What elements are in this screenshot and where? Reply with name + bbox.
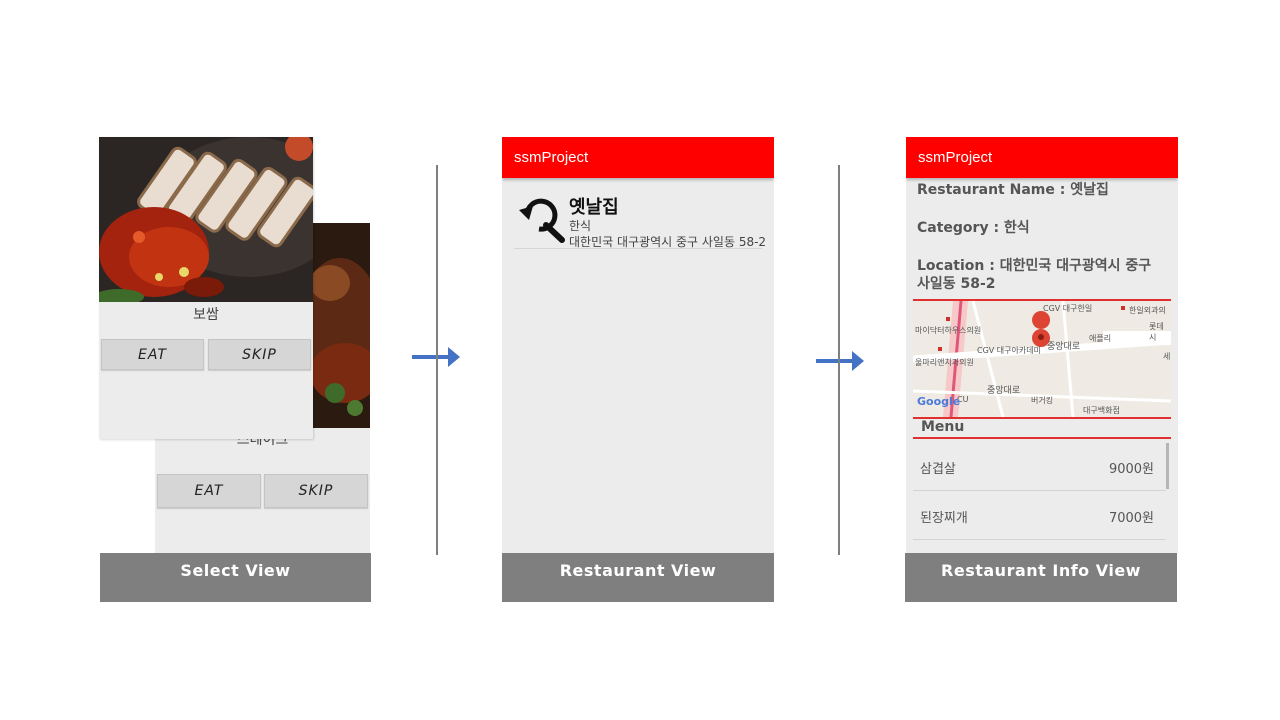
- map-label: 버거킹: [1031, 396, 1054, 405]
- app-title: ssmProject: [918, 149, 993, 166]
- search-refresh-icon: [519, 198, 565, 243]
- skip-button[interactable]: SKIP: [264, 474, 368, 508]
- arrow-right-icon: [816, 351, 864, 371]
- google-logo: Google: [917, 395, 961, 408]
- app-bar: ssmProject: [906, 137, 1178, 178]
- scrollbar[interactable]: [1166, 443, 1169, 489]
- divider: [436, 165, 438, 555]
- restaurant-name-line: Restaurant Name : 옛날집: [917, 182, 1109, 198]
- map-view[interactable]: CGV 대구한일 한일외과의 롯데시 마이닥터하우스의원 CGV 대구아카데미 …: [913, 299, 1171, 419]
- caption-restaurant-view: Restaurant View: [502, 553, 774, 602]
- food-name: 보쌈: [193, 307, 219, 323]
- restaurant-name: 옛날집: [569, 197, 619, 218]
- menu-row[interactable]: 된장찌개 7000원: [913, 491, 1166, 540]
- restaurant-list-item[interactable]: 옛날집 한식 대한민국 대구광역시 중구 사일동 58-2: [514, 187, 766, 249]
- app-bar: ssmProject: [502, 137, 774, 178]
- menu-row[interactable]: 삼겹살 9000원: [913, 442, 1166, 491]
- menu-item-price: 7000원: [1108, 511, 1154, 526]
- map-label: 대구백화점: [1083, 406, 1120, 415]
- map-label: CGV 대구아카데미: [977, 346, 1041, 355]
- map-label: 세: [1163, 352, 1171, 361]
- map-label: 한일외과의: [1129, 306, 1166, 315]
- menu-item-name: 된장찌개: [920, 511, 968, 526]
- map-label: 애플리: [1089, 334, 1112, 343]
- caption-select-view: Select View: [100, 553, 371, 602]
- eat-button[interactable]: EAT: [101, 339, 204, 370]
- eat-button[interactable]: EAT: [157, 474, 261, 508]
- map-label: 마이닥터하우스의원: [915, 326, 982, 335]
- skip-button[interactable]: SKIP: [208, 339, 311, 370]
- restaurant-category: 한식: [569, 219, 592, 233]
- restaurant-info-screen: ssmProject Restaurant Name : 옛날집 Categor…: [906, 137, 1178, 553]
- food-card-front[interactable]: 보쌈 EAT SKIP: [99, 137, 313, 439]
- map-label: 롯데시: [1149, 322, 1164, 342]
- restaurant-view-screen: ssmProject 옛날집 한식 대한민국 대구광역시 중구 사일동 58-2: [502, 137, 774, 553]
- map-label: 중앙대로: [987, 386, 1021, 396]
- divider: [838, 165, 840, 555]
- menu-divider: [913, 437, 1171, 439]
- app-title: ssmProject: [514, 149, 589, 166]
- map-label: 중앙대로: [1047, 342, 1081, 352]
- menu-title: Menu: [921, 419, 965, 435]
- location-line: Location : 대한민국 대구광역시 중구 사일동 58-2: [917, 258, 1152, 292]
- menu-item-price: 9000원: [1108, 462, 1154, 477]
- category-line: Category : 한식: [917, 220, 1030, 236]
- map-label: CGV 대구한일: [1043, 304, 1093, 313]
- menu-item-name: 삼겹살: [920, 462, 956, 477]
- caption-restaurant-info-view: Restaurant Info View: [905, 553, 1177, 602]
- restaurant-address: 대한민국 대구광역시 중구 사일동 58-2: [569, 235, 767, 249]
- map-label: 울마리앤치과의원: [915, 358, 974, 367]
- bossam-photo: [99, 137, 313, 302]
